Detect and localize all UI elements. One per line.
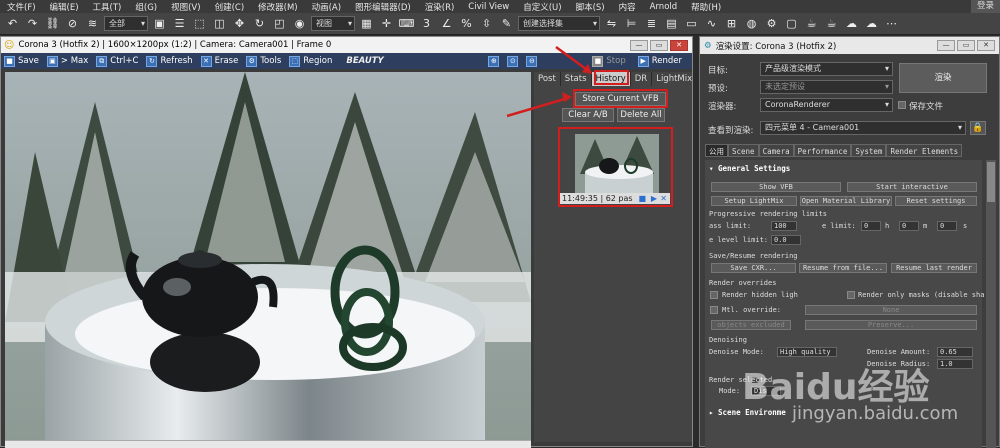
- resume-from-file-button[interactable]: Resume from file...: [799, 263, 887, 273]
- denoise-mode-dropdown[interactable]: High quality: [777, 347, 837, 357]
- arrow-to-store-vfb: [506, 96, 569, 118]
- render-setup-icon: ⚙: [704, 40, 712, 51]
- minutes-unit: m: [923, 222, 928, 230]
- noise-level-label: e level limit:: [709, 236, 769, 244]
- open-material-library-button[interactable]: Open Material Library: [800, 196, 892, 206]
- resume-last-render-button[interactable]: Resume last render: [891, 263, 977, 273]
- mtl-override-none-button[interactable]: None: [805, 305, 977, 315]
- render-hidden-checkbox[interactable]: [710, 291, 718, 299]
- pass-limit-label: ass limit:: [709, 222, 752, 230]
- tab-camera[interactable]: Camera: [758, 144, 794, 157]
- time-limit-h-field[interactable]: 0: [861, 221, 881, 231]
- reset-settings-button[interactable]: Reset settings: [895, 196, 977, 206]
- mode-label: Mode:: [719, 387, 741, 395]
- tab-common[interactable]: 公用: [705, 144, 728, 157]
- render-setup-scrollbar[interactable]: [986, 160, 996, 448]
- view-to-render-dropdown[interactable]: 四元菜单 4 - Camera001: [760, 121, 966, 135]
- time-limit-label: e limit:: [822, 222, 856, 230]
- pass-limit-field[interactable]: 100: [771, 221, 797, 231]
- save-resume-label: Save/Resume rendering: [709, 252, 798, 260]
- render-only-masks-checkbox[interactable]: [847, 291, 855, 299]
- preserve-button[interactable]: Preserve...: [805, 320, 977, 330]
- start-interactive-button[interactable]: Start interactive: [847, 182, 977, 192]
- mtl-override-label: Mtl. override:: [722, 306, 782, 314]
- preset-dropdown[interactable]: 未选定预设: [760, 80, 893, 94]
- render-setup-title-bar: ⚙ 渲染设置: Corona 3 (Hotfix 2) — ▭ ✕: [700, 37, 999, 54]
- mtl-override-checkbox[interactable]: [710, 306, 718, 314]
- denoise-radius-field[interactable]: 1.0: [937, 359, 973, 369]
- render-overrides-label: Render overrides: [709, 279, 777, 287]
- rs-minimize-button[interactable]: —: [937, 40, 955, 51]
- tab-scene[interactable]: Scene: [728, 144, 759, 157]
- time-limit-s-field[interactable]: 0: [937, 221, 957, 231]
- lock-view-icon[interactable]: 🔒: [970, 121, 986, 135]
- hours-unit: h: [885, 222, 890, 230]
- renderer-label: 渲染器:: [708, 102, 737, 112]
- rs-close-button[interactable]: ✕: [977, 40, 995, 51]
- setup-lightmix-button[interactable]: Setup LightMix: [711, 196, 797, 206]
- noise-level-field[interactable]: 0.0: [771, 235, 801, 245]
- renderer-dropdown[interactable]: CoronaRenderer: [760, 98, 893, 112]
- general-settings-header[interactable]: ▾ General Settings: [709, 164, 790, 173]
- tab-performance[interactable]: Performance: [793, 144, 852, 157]
- denoising-label: Denoising: [709, 336, 747, 344]
- render-hidden-label: Render hidden ligh: [722, 291, 798, 299]
- tab-system[interactable]: System: [851, 144, 887, 157]
- arrowhead-history-tab: [582, 64, 592, 74]
- save-file-checkbox[interactable]: [898, 101, 906, 109]
- baidu-watermark-url: jingyan.baidu.com: [792, 403, 959, 424]
- denoise-mode-label: Denoise Mode:: [709, 348, 764, 356]
- render-only-masks-label: Render only masks (disable sha: [858, 291, 985, 299]
- scrollbar-thumb[interactable]: [987, 162, 995, 202]
- denoise-amount-field[interactable]: 0.65: [937, 347, 973, 357]
- rs-maximize-button[interactable]: ▭: [957, 40, 975, 51]
- objects-excluded-button[interactable]: objects excluded: [711, 320, 791, 330]
- tab-render-elements[interactable]: Render Elements: [886, 144, 963, 157]
- render-setup-tabs: 公用 Scene Camera Performance System Rende…: [705, 144, 963, 157]
- show-vfb-button[interactable]: Show VFB: [711, 182, 841, 192]
- denoise-amount-label: Denoise Amount:: [867, 348, 931, 356]
- view-to-render-label: 查看到渲染:: [708, 126, 754, 136]
- progressive-limits-label: Progressive rendering limits: [709, 210, 828, 218]
- save-cxr-button[interactable]: Save CXR...: [711, 263, 796, 273]
- time-limit-m-field[interactable]: 0: [899, 221, 919, 231]
- seconds-unit: s: [963, 222, 968, 230]
- target-dropdown[interactable]: 产品级渲染模式: [760, 62, 893, 76]
- save-file-label: 保存文件: [909, 102, 944, 112]
- render-setup-title: 渲染设置: Corona 3 (Hotfix 2): [715, 41, 837, 52]
- preset-label: 预设:: [708, 84, 728, 94]
- render-button-rs[interactable]: 渲染: [899, 63, 987, 93]
- target-label: 目标:: [708, 66, 728, 76]
